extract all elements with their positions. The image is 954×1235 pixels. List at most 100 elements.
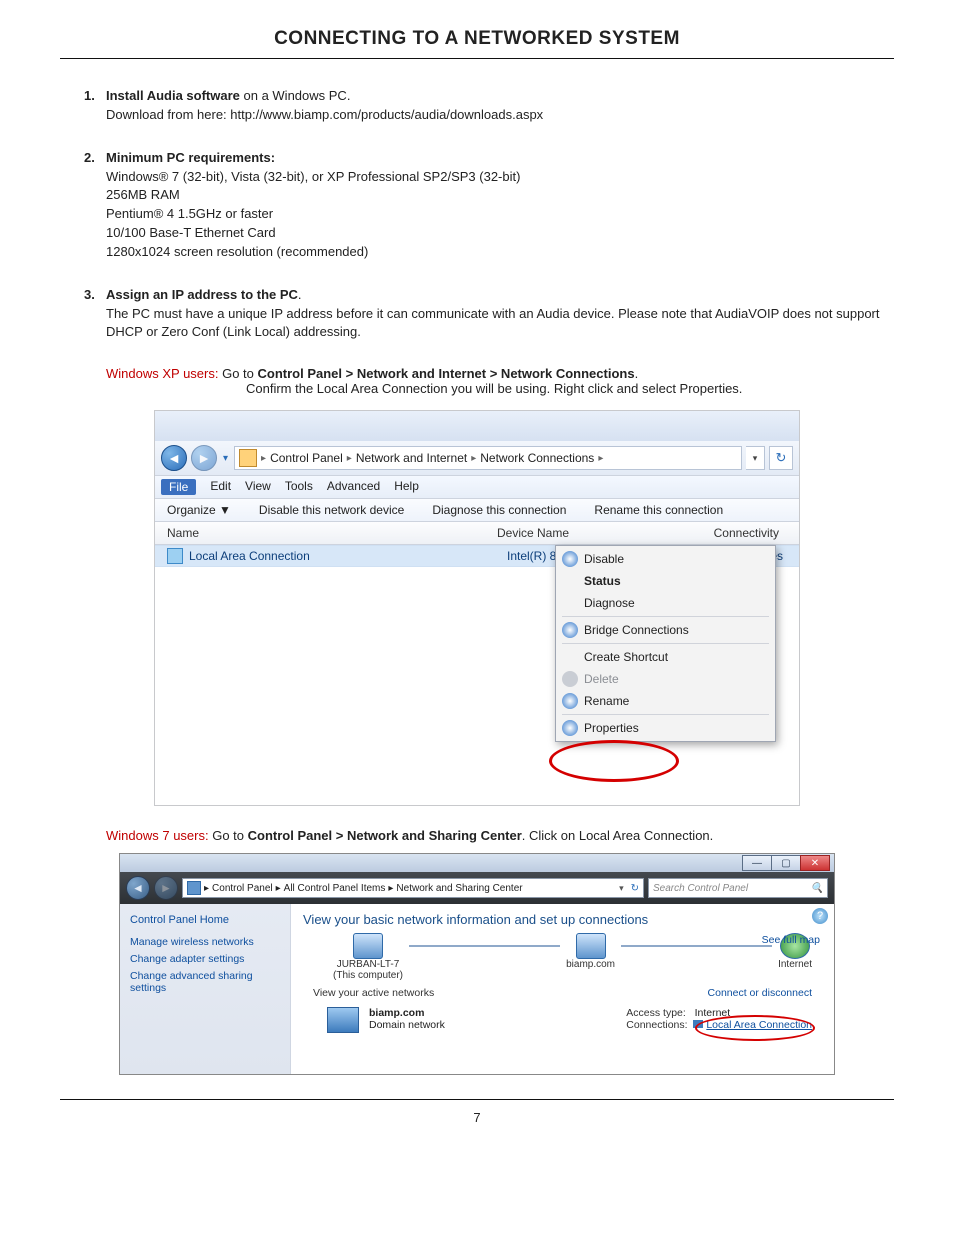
connect-disconnect-link[interactable]: Connect or disconnect <box>708 987 812 999</box>
command-bar: Organize ▼ Disable this network device D… <box>155 499 799 522</box>
minimize-button[interactable]: — <box>742 855 772 871</box>
ctx-separator <box>562 643 769 644</box>
step-2-nic: 10/100 Base-T Ethernet Card <box>106 225 276 240</box>
ctx-disable[interactable]: Disable <box>558 548 773 570</box>
adapter-mini-icon <box>693 1020 703 1028</box>
breadcrumb-path[interactable]: ▸ Control Panel ▸ Network and Internet ▸… <box>234 446 742 470</box>
shield-icon <box>562 671 578 687</box>
xp-pre: Go to <box>218 366 257 381</box>
ctx-properties-label: Properties <box>584 721 639 735</box>
context-menu: Disable Status Diagnose Bridge Connectio… <box>555 545 776 742</box>
back-button[interactable]: ◄ <box>161 445 187 471</box>
column-headers: Name Device Name Connectivity <box>155 522 799 545</box>
crumb-control-panel[interactable]: Control Panel <box>270 451 343 465</box>
xp-post: . <box>635 366 639 381</box>
menu-tools[interactable]: Tools <box>285 479 313 495</box>
crumb-control-panel[interactable]: Control Panel <box>212 883 273 894</box>
menu-edit[interactable]: Edit <box>210 479 231 495</box>
chevron-right-icon: ▸ <box>347 453 352 464</box>
see-full-map-link[interactable]: See full map <box>762 934 820 946</box>
menu-help[interactable]: Help <box>394 479 419 495</box>
refresh-button[interactable]: ↻ <box>769 446 793 470</box>
step-3: Assign an IP address to the PC. The PC m… <box>84 286 894 343</box>
menu-file[interactable]: File <box>161 479 196 495</box>
forward-button[interactable]: ► <box>191 445 217 471</box>
menu-advanced[interactable]: Advanced <box>327 479 380 495</box>
page-number: 7 <box>60 1110 894 1125</box>
connection-line <box>621 945 772 947</box>
maximize-button[interactable]: ▢ <box>771 855 801 871</box>
node-pc: JURBAN-LT-7 (This computer) <box>333 933 403 981</box>
ctx-separator <box>562 714 769 715</box>
crumb-network-sharing[interactable]: Network and Sharing Center <box>396 883 522 894</box>
shield-icon <box>562 693 578 709</box>
footer-rule <box>60 1099 894 1100</box>
header-name[interactable]: Name <box>167 526 497 540</box>
ctx-bridge[interactable]: Bridge Connections <box>558 619 773 641</box>
sidebar-advanced-sharing[interactable]: Change advanced sharing settings <box>130 970 280 994</box>
pc-name: JURBAN-LT-7 <box>337 959 400 970</box>
gateway-icon <box>576 933 606 959</box>
header-connectivity[interactable]: Connectivity <box>687 526 787 540</box>
path-dropdown-icon[interactable]: ▾ <box>619 883 624 894</box>
xp-instruction: Windows XP users: Go to Control Panel > … <box>106 366 894 381</box>
sidebar: Control Panel Home Manage wireless netwo… <box>120 904 291 1074</box>
ctx-diagnose[interactable]: Diagnose <box>558 592 773 614</box>
search-icon: 🔍 <box>811 883 823 894</box>
sidebar-manage-wireless[interactable]: Manage wireless networks <box>130 936 280 948</box>
menu-view[interactable]: View <box>245 479 271 495</box>
screenshot-win7-network-sharing: — ▢ ✕ ◄ ► ▸ Control Panel ▸ All Control … <box>119 853 835 1075</box>
address-bar: ◄ ► ▸ Control Panel ▸ All Control Panel … <box>120 872 834 904</box>
close-button[interactable]: ✕ <box>800 855 830 871</box>
history-dropdown-icon[interactable]: ▾ <box>223 453 228 464</box>
ctx-status[interactable]: Status <box>558 570 773 592</box>
address-bar: ◄ ► ▾ ▸ Control Panel ▸ Network and Inte… <box>155 441 799 476</box>
connection-device: Intel(R) 8 <box>507 549 557 563</box>
crumb-network-internet[interactable]: Network and Internet <box>356 451 467 465</box>
crumb-network-connections[interactable]: Network Connections <box>480 451 594 465</box>
gateway-name: biamp.com <box>566 959 615 970</box>
ctx-delete-label: Delete <box>584 672 619 686</box>
internet-label: Internet <box>778 959 812 970</box>
ctx-rename-label: Rename <box>584 694 629 708</box>
shield-icon <box>562 551 578 567</box>
shield-icon <box>562 622 578 638</box>
ctx-diagnose-label: Diagnose <box>584 596 635 610</box>
connection-list: Local Area Connection Intel(R) 8 acces D… <box>155 545 799 805</box>
refresh-icon[interactable]: ↻ <box>631 883 639 894</box>
step-2-cpu: Pentium® 4 1.5GHz or faster <box>106 206 273 221</box>
step-2-res: 1280x1024 screen resolution (recommended… <box>106 244 368 259</box>
window-titlebar: — ▢ ✕ <box>120 854 834 872</box>
step-3-title: Assign an IP address to the PC <box>106 287 298 302</box>
step-3-body: The PC must have a unique IP address bef… <box>106 306 880 340</box>
active-network: biamp.com Domain network Access type: In… <box>303 1003 822 1039</box>
win7-label: Windows 7 users: <box>106 828 209 843</box>
chevron-right-icon: ▸ <box>598 453 603 464</box>
connection-line <box>409 945 560 947</box>
forward-button[interactable]: ► <box>154 876 178 900</box>
disable-device-button[interactable]: Disable this network device <box>259 503 404 517</box>
path-dropdown-icon[interactable]: ▾ <box>746 446 765 470</box>
ctx-rename[interactable]: Rename <box>558 690 773 712</box>
annotation-circle <box>549 740 679 782</box>
local-area-connection-link[interactable]: Local Area Connection <box>706 1019 812 1031</box>
ctx-separator <box>562 616 769 617</box>
network-icon <box>187 881 201 895</box>
header-device[interactable]: Device Name <box>497 526 687 540</box>
ctx-properties[interactable]: Properties <box>558 717 773 739</box>
win7-path: Control Panel > Network and Sharing Cent… <box>248 828 522 843</box>
search-input[interactable]: Search Control Panel 🔍 <box>648 878 828 898</box>
sidebar-home[interactable]: Control Panel Home <box>130 914 280 926</box>
breadcrumb-path[interactable]: ▸ Control Panel ▸ All Control Panel Item… <box>182 878 644 898</box>
organize-button[interactable]: Organize ▼ <box>167 503 231 517</box>
ctx-shortcut-label: Create Shortcut <box>584 650 668 664</box>
crumb-all-items[interactable]: All Control Panel Items <box>284 883 386 894</box>
help-button[interactable]: ? <box>812 908 828 924</box>
ctx-shortcut[interactable]: Create Shortcut <box>558 646 773 668</box>
step-1: Install Audia software on a Windows PC. … <box>84 87 894 125</box>
panel-title: View your basic network information and … <box>303 912 822 927</box>
rename-connection-button[interactable]: Rename this connection <box>594 503 723 517</box>
sidebar-adapter-settings[interactable]: Change adapter settings <box>130 953 280 965</box>
diagnose-button[interactable]: Diagnose this connection <box>432 503 566 517</box>
back-button[interactable]: ◄ <box>126 876 150 900</box>
